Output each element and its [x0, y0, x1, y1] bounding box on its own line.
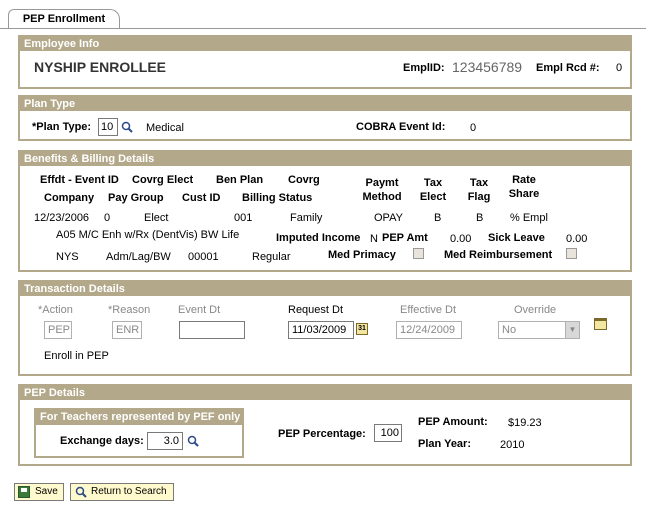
col-ben-plan: Ben Plan: [216, 174, 264, 186]
exchange-days-input[interactable]: 3.0: [147, 432, 183, 450]
sick-leave-value: 0.00: [566, 233, 588, 245]
col-tax-2: Tax: [469, 177, 489, 189]
plan-year-label: Plan Year:: [418, 438, 471, 450]
col-tax-elect: Elect: [419, 191, 447, 203]
imputed-income-value: N: [370, 233, 378, 245]
action-input[interactable]: PEP: [44, 321, 72, 339]
tab-pep-enrollment[interactable]: PEP Enrollment: [8, 9, 120, 29]
pep-amt-label: PEP Amt: [382, 232, 428, 244]
col-company: Company: [44, 192, 95, 204]
covrg-value: Family: [290, 212, 323, 224]
company-value: NYS: [56, 251, 79, 263]
billing-status-value: Regular: [252, 251, 291, 263]
pep-amt-value: 0.00: [450, 233, 472, 245]
override-select[interactable]: No ▼: [498, 321, 580, 339]
rate-share-value: % Empl: [510, 212, 548, 224]
pep-amount-label: PEP Amount:: [418, 416, 488, 428]
teachers-pef-header: For Teachers represented by PEF only: [36, 410, 242, 425]
emplid-value: 123456789: [452, 59, 523, 75]
chevron-down-icon[interactable]: ▼: [565, 322, 579, 338]
col-rate: Rate: [512, 174, 536, 186]
pep-details-section: PEP Details For Teachers represented by …: [18, 384, 632, 466]
search-icon[interactable]: [121, 121, 133, 133]
pep-percentage-input[interactable]: 100: [374, 424, 402, 442]
col-tax-1: Tax: [423, 177, 443, 189]
med-primacy-checkbox[interactable]: [413, 248, 424, 259]
pep-amount-value: $19.23: [508, 417, 542, 429]
exchange-days-label: Exchange days:: [60, 435, 144, 447]
override-selected-value: No: [502, 324, 517, 336]
paymt-method-value: OPAY: [374, 212, 403, 224]
col-tax-flag: Flag: [467, 191, 491, 203]
request-dt-input[interactable]: 11/03/2009: [288, 321, 354, 339]
reason-input[interactable]: ENR: [112, 321, 142, 339]
employee-info-section: Employee Info NYSHIP ENROLLEE EmplID: 12…: [18, 35, 632, 89]
override-label: Override: [514, 304, 557, 316]
pay-group-value: Adm/Lag/BW: [106, 251, 171, 263]
imputed-income-label: Imputed Income: [276, 232, 361, 244]
transaction-details-section: Transaction Details *Action *Reason Even…: [18, 280, 632, 376]
plan-description: A05 M/C Enh w/Rx (DentVis) BW Life: [56, 229, 240, 241]
tab-divider: [0, 28, 646, 29]
cobra-event-value: 0: [470, 122, 477, 134]
col-covrg: Covrg: [288, 174, 320, 186]
col-effdt-event-id: Effdt - Event ID: [40, 174, 119, 186]
notepad-icon[interactable]: [594, 318, 607, 330]
effdt-value: 12/23/2006: [34, 212, 90, 224]
sick-leave-label: Sick Leave: [488, 232, 545, 244]
event-dt-label: Event Dt: [178, 304, 221, 316]
teachers-pef-box: For Teachers represented by PEF only Exc…: [34, 408, 244, 458]
plan-type-section: Plan Type *Plan Type: 10 Medical COBRA E…: [18, 95, 632, 141]
request-dt-label: Request Dt: [288, 304, 344, 316]
empl-rcd-value: 0: [616, 62, 623, 74]
tax-elect-value: B: [434, 212, 442, 224]
return-search-icon: [75, 486, 87, 498]
col-paymt: Paymt: [365, 177, 399, 189]
empl-rcd-label: Empl Rcd #:: [536, 62, 600, 74]
covrg-elect-value: Elect: [144, 212, 169, 224]
col-cust-id: Cust ID: [182, 192, 221, 204]
plan-year-value: 2010: [500, 439, 525, 451]
tax-flag-value: B: [476, 212, 484, 224]
plan-type-desc: Medical: [146, 122, 184, 134]
plan-type-label: *Plan Type:: [32, 121, 92, 133]
event-dt-input[interactable]: [179, 321, 245, 339]
reason-label: *Reason: [108, 304, 151, 316]
transaction-details-header: Transaction Details: [20, 282, 630, 296]
med-primacy-label: Med Primacy: [328, 249, 396, 261]
calendar-icon[interactable]: 31: [356, 323, 368, 335]
col-pay-group: Pay Group: [108, 192, 164, 204]
pep-details-header: PEP Details: [20, 386, 630, 400]
ben-plan-value: 001: [234, 212, 253, 224]
return-to-search-button[interactable]: Return to Search: [70, 483, 174, 501]
benefits-billing-header: Benefits & Billing Details: [20, 152, 630, 166]
save-label: Save: [35, 486, 58, 497]
cobra-event-label: COBRA Event Id:: [356, 121, 446, 133]
col-covrg-elect: Covrg Elect: [132, 174, 194, 186]
transaction-description: Enroll in PEP: [44, 350, 109, 362]
pep-percentage-label: PEP Percentage:: [278, 428, 366, 440]
employee-info-header: Employee Info: [20, 37, 630, 51]
event-id-value: 0: [104, 212, 111, 224]
cust-id-value: 00001: [188, 251, 219, 263]
search-icon[interactable]: [187, 435, 199, 447]
emplid-label: EmplID:: [403, 62, 445, 74]
effective-dt-label: Effective Dt: [400, 304, 457, 316]
employee-name: NYSHIP ENROLLEE: [34, 59, 166, 75]
col-rate-share: Share: [508, 188, 540, 200]
plan-type-input[interactable]: 10: [98, 118, 118, 136]
save-button[interactable]: Save: [14, 483, 64, 501]
action-label: *Action: [38, 304, 73, 316]
col-billing-status: Billing Status: [242, 192, 313, 204]
med-reimbursement-checkbox[interactable]: [566, 248, 577, 259]
med-reimbursement-label: Med Reimbursement: [444, 249, 553, 261]
benefits-billing-section: Benefits & Billing Details Effdt - Event…: [18, 150, 632, 272]
plan-type-header: Plan Type: [20, 97, 630, 111]
return-to-search-label: Return to Search: [91, 486, 167, 497]
effective-dt-input[interactable]: 12/24/2009: [396, 321, 462, 339]
col-paymt-method: Method: [362, 191, 402, 203]
save-icon: [18, 486, 30, 498]
